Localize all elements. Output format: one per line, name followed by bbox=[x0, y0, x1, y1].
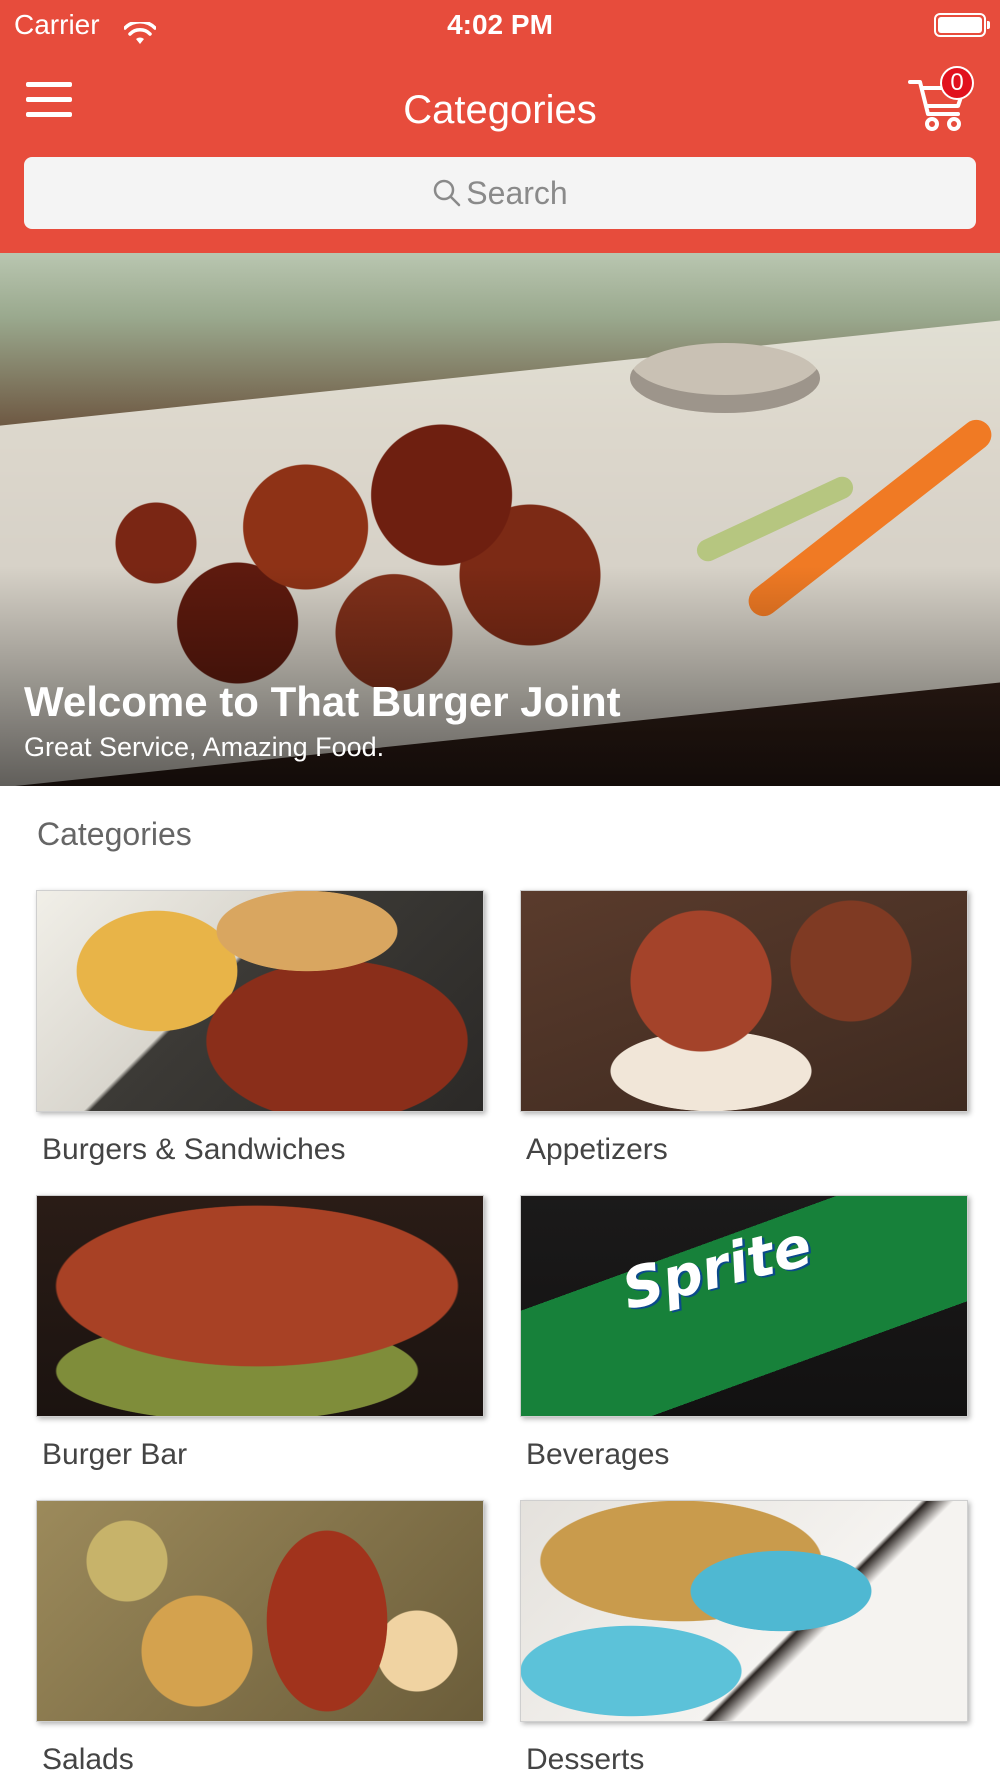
category-image: Sprite bbox=[520, 1195, 968, 1417]
category-label: Salads bbox=[42, 1743, 134, 1776]
hero-subtitle: Great Service, Amazing Food. bbox=[24, 732, 385, 762]
search-placeholder: Search bbox=[466, 175, 568, 211]
category-card-appetizers[interactable]: Appetizers bbox=[520, 890, 968, 1180]
category-image bbox=[520, 1500, 968, 1722]
navigation-bar: Categories 0 bbox=[0, 50, 1000, 155]
cart-count-badge: 0 bbox=[940, 66, 974, 100]
category-card-beverages[interactable]: Sprite Beverages bbox=[520, 1195, 968, 1485]
status-bar: Carrier 4:02 PM bbox=[0, 0, 1000, 50]
app-header: Carrier 4:02 PM Categories 0 Search bbox=[0, 0, 1000, 253]
sprite-can-logo: Sprite bbox=[615, 1213, 818, 1324]
category-image bbox=[36, 1195, 484, 1417]
category-label: Appetizers bbox=[526, 1133, 668, 1166]
hero-title: Welcome to That Burger Joint bbox=[24, 678, 621, 725]
category-label: Burger Bar bbox=[42, 1438, 188, 1471]
category-image bbox=[36, 890, 484, 1112]
categories-heading: Categories bbox=[37, 816, 192, 852]
page-title: Categories bbox=[403, 88, 597, 132]
status-time: 4:02 PM bbox=[447, 9, 553, 40]
category-label: Desserts bbox=[526, 1743, 645, 1776]
category-image bbox=[36, 1500, 484, 1722]
category-card-desserts[interactable]: Desserts bbox=[520, 1500, 968, 1790]
search-input[interactable]: Search bbox=[24, 157, 976, 229]
category-image bbox=[520, 890, 968, 1112]
category-label: Burgers & Sandwiches bbox=[42, 1133, 346, 1166]
search-icon bbox=[434, 179, 461, 206]
category-card-burgers-sandwiches[interactable]: Burgers & Sandwiches bbox=[36, 890, 484, 1180]
category-card-burger-bar[interactable]: Burger Bar bbox=[36, 1195, 484, 1485]
category-card-salads[interactable]: Salads bbox=[36, 1500, 484, 1790]
hero-image-dip-cup bbox=[630, 343, 820, 413]
cart-button[interactable]: 0 bbox=[908, 60, 980, 140]
battery-icon bbox=[934, 13, 990, 37]
hero-banner[interactable]: Welcome to That Burger Joint Great Servi… bbox=[0, 253, 1000, 786]
category-label: Beverages bbox=[526, 1438, 670, 1471]
